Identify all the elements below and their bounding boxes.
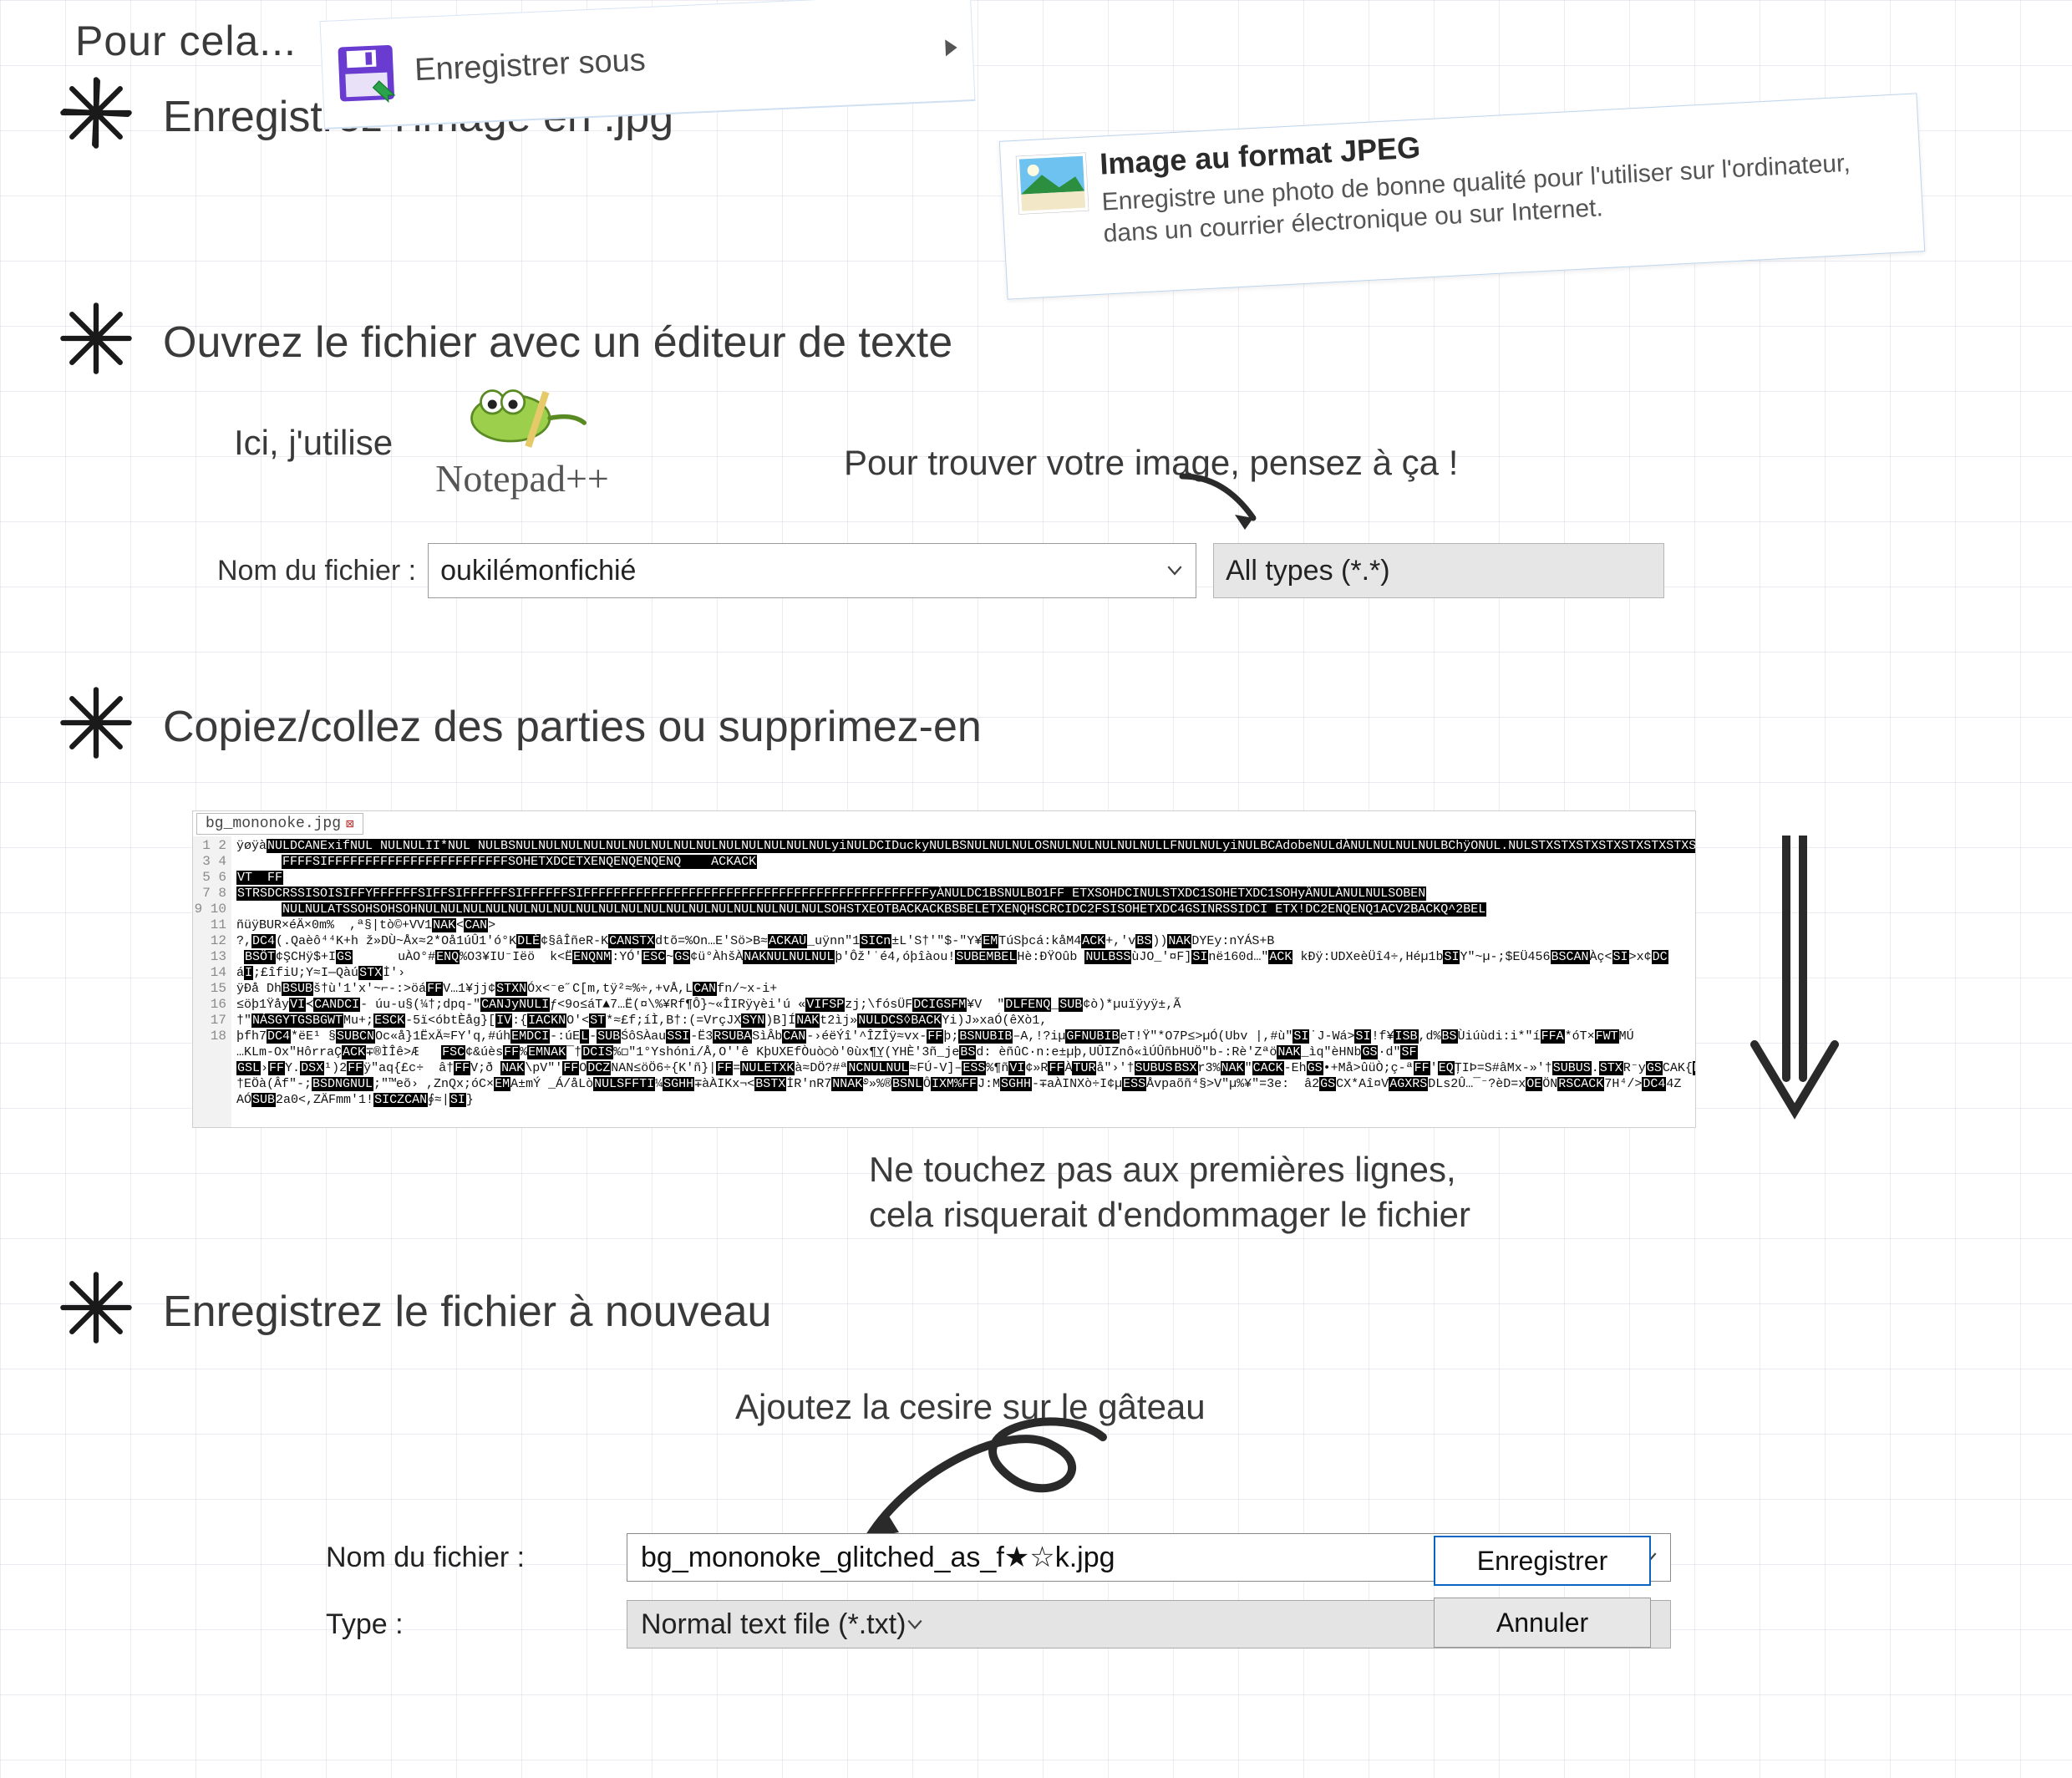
step-4-text: Enregistrez le fichier à nouveau — [163, 1287, 771, 1337]
filetype-select[interactable]: All types (*.*) — [1213, 543, 1664, 598]
editor-warning-2: cela risquerait d'endommager le fichier — [869, 1195, 1470, 1235]
intro-text: Pour cela... — [75, 17, 297, 65]
jpeg-thumb-icon — [1016, 152, 1089, 214]
notepadpp-name: Notepad++ — [435, 456, 609, 500]
editor-content[interactable]: ÿøÿàNULDCANExifNUL NULNULII*NUL NULBSNUL… — [231, 836, 1695, 1127]
down-arrow-icon — [1746, 836, 1846, 1120]
editor-tab[interactable]: bg_mononoke.jpg ⊠ — [196, 813, 363, 835]
close-tab-icon[interactable]: ⊠ — [346, 815, 354, 832]
bullet-star-icon — [58, 1270, 134, 1345]
save-as-label: Enregistrer sous — [414, 43, 646, 89]
filetype-value: All types (*.*) — [1226, 555, 1390, 587]
save-filename-value: bg_mononoke_glitched_as_f★☆k.jpg — [641, 1541, 1115, 1574]
chevron-down-icon — [1166, 555, 1184, 587]
save-type-label: Type : — [326, 1608, 627, 1641]
type-hint-text: Pour trouver votre image, pensez à ça ! — [844, 443, 1458, 483]
step-2-text: Ouvrez le fichier avec un éditeur de tex… — [163, 318, 952, 368]
step-3-text: Copiez/collez des parties ou supprimez-e… — [163, 702, 982, 752]
cancel-button[interactable]: Annuler — [1434, 1598, 1651, 1648]
save-button[interactable]: Enregistrer — [1434, 1536, 1651, 1586]
text-editor[interactable]: bg_mononoke.jpg ⊠ 1 2 3 4 5 6 7 8 9 10 1… — [192, 810, 1696, 1128]
hint-arrow-icon — [1174, 468, 1274, 543]
loop-arrow-icon — [844, 1412, 1128, 1546]
chevron-down-icon — [906, 1608, 924, 1641]
save-filename-label: Nom du fichier : — [326, 1542, 627, 1574]
bullet-star-icon — [58, 75, 134, 150]
submenu-arrow-icon — [945, 38, 957, 56]
save-type-value: Normal text file (*.txt) — [641, 1608, 906, 1641]
bullet-star-icon — [58, 685, 134, 760]
editor-warning-1: Ne touchez pas aux premières lignes, — [869, 1150, 1456, 1190]
notepadpp-logo: Notepad++ — [414, 368, 631, 510]
filename-input[interactable]: oukilémonfichié — [428, 543, 1196, 598]
bullet-star-icon — [58, 301, 134, 376]
filename-label: Nom du fichier : — [217, 555, 416, 587]
filename-value: oukilémonfichié — [440, 555, 636, 587]
npp-intro-text: Ici, j'utilise — [234, 423, 393, 463]
editor-tab-label: bg_mononoke.jpg — [206, 815, 341, 832]
line-gutter: 1 2 3 4 5 6 7 8 9 10 11 12 13 14 15 16 1… — [193, 836, 231, 1127]
floppy-save-icon — [332, 38, 401, 107]
